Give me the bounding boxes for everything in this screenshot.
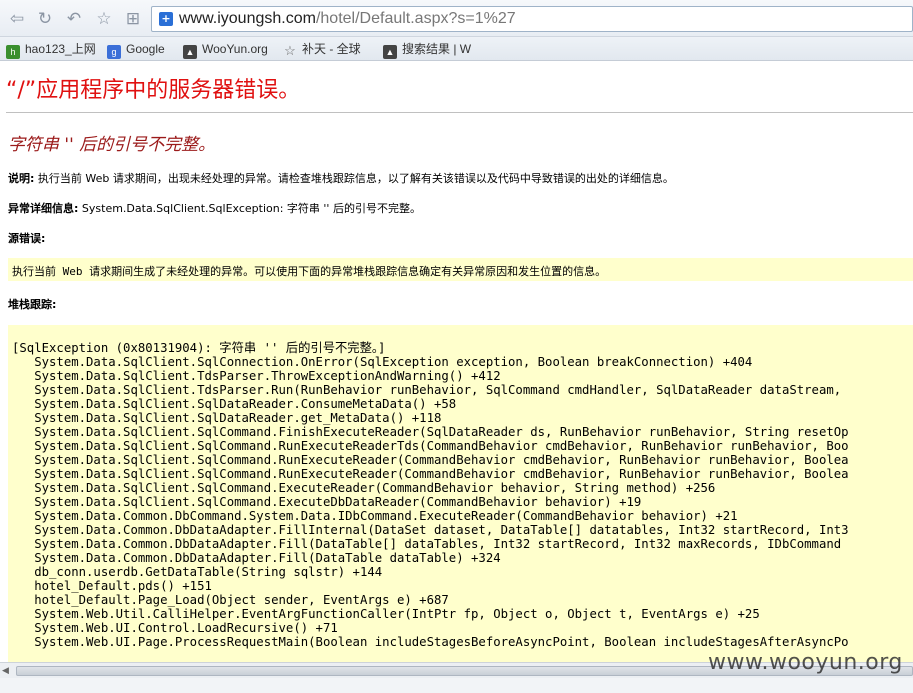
stack-trace-row: System.Web.Util.CalliHelper.EventArgFunc… [12,607,760,621]
stack-trace-row: System.Data.SqlClient.SqlCommand.FinishE… [12,425,849,439]
stack-trace-box: [SqlException (0x80131904): 字符串 '' 后的引号不… [8,325,913,662]
bookmark-label: Google [126,42,165,56]
bookmark-butian[interactable]: ☆ 补天 - 全球 [283,40,361,58]
address-bar[interactable]: + www.iyoungsh.com/hotel/Default.aspx?s=… [151,6,913,32]
source-error-line: 源错误: [8,230,45,246]
stack-trace-row: System.Data.SqlClient.TdsParser.ThrowExc… [12,369,501,383]
undo-icon[interactable]: ↶ [63,8,85,30]
exception-text: System.Data.SqlClient.SqlException: 字符串 … [78,202,421,215]
stack-trace-row: hotel_Default.pds() +151 [12,579,212,593]
bookmark-search-results[interactable]: ▲ 搜索结果 | W [383,40,472,59]
stack-trace-row: System.Data.Common.DbDataAdapter.Fill(Da… [12,537,842,551]
bookmark-label: 搜索结果 | W [402,42,472,56]
site-shield-icon: + [159,12,173,26]
source-error-text: 执行当前 Web 请求期间生成了未经处理的异常。可以使用下面的异常堆栈跟踪信息确… [12,265,607,278]
url-host: www.iyoungsh.com [179,10,316,27]
bookmark-label: 补天 - 全球 [302,42,361,56]
bookmark-label: hao123_上网 [25,42,96,56]
bookmarks-bar: h hao123_上网 g Google ▲ WooYun.org ☆ 补天 - 全球 … [0,37,913,61]
reload-icon[interactable]: ↻ [34,8,56,30]
bookmark-hao123[interactable]: h hao123_上网 [6,40,96,59]
stack-trace-row: System.Data.SqlClient.SqlCommand.RunExec… [12,467,849,481]
hao123-icon: h [6,45,20,59]
description-text: 执行当前 Web 请求期间，出现未经处理的异常。请检查堆栈跟踪信息，以了解有关该… [34,172,674,185]
bookmark-google[interactable]: g Google [107,40,165,59]
exception-label: 异常详细信息: [8,202,79,215]
error-subtitle: 字符串 '' 后的引号不完整。 [8,135,216,155]
stack-trace-row: System.Data.SqlClient.SqlDataReader.Cons… [12,397,457,411]
scroll-left-arrow-icon[interactable]: ◀ [2,666,9,676]
page-content: “/”应用程序中的服务器错误。 字符串 '' 后的引号不完整。 说明: 执行当前… [0,62,913,662]
stack-trace-row: System.Data.SqlClient.SqlCommand.Execute… [12,481,716,495]
stack-trace-row: System.Web.UI.Control.LoadRecursive() +7… [12,621,338,635]
title-divider [6,112,913,113]
stack-trace-row: System.Data.SqlClient.TdsParser.Run(RunB… [12,383,842,397]
stack-trace-text: [SqlException (0x80131904): 字符串 '' 后的引号不… [12,341,849,649]
source-error-box: 执行当前 Web 请求期间生成了未经处理的异常。可以使用下面的异常堆栈跟踪信息确… [8,258,913,281]
stack-trace-row: System.Data.SqlClient.SqlConnection.OnEr… [12,355,753,369]
bookmark-wooyun[interactable]: ▲ WooYun.org [183,40,268,59]
watermark: www.wooyun.org [708,650,903,675]
stack-trace-row: [SqlException (0x80131904): 字符串 '' 后的引号不… [12,341,386,355]
search-results-icon: ▲ [383,45,397,59]
stack-trace-line: 堆栈跟踪: [8,296,56,312]
grid-apps-icon[interactable]: ⊞ [122,8,144,30]
favorite-star-icon[interactable]: ☆ [93,8,115,30]
stack-trace-row: System.Data.Common.DbDataAdapter.Fill(Da… [12,551,501,565]
stack-trace-label: 堆栈跟踪: [8,298,57,311]
stack-trace-row: System.Data.Common.DbDataAdapter.FillInt… [12,523,849,537]
stack-trace-row: System.Web.UI.Page.ProcessRequestMain(Bo… [12,635,849,649]
google-icon: g [107,45,121,59]
source-error-label: 源错误: [8,232,46,245]
stack-trace-row: db_conn.userdb.GetDataTable(String sqlst… [12,565,383,579]
url-text[interactable]: www.iyoungsh.com/hotel/Default.aspx?s=1%… [179,10,516,28]
back-icon[interactable]: ⇦ [6,8,28,30]
exception-line: 异常详细信息: System.Data.SqlClient.SqlExcepti… [8,200,421,216]
status-bar [0,678,913,693]
stack-trace-row: System.Data.SqlClient.SqlDataReader.get_… [12,411,442,425]
stack-trace-row: System.Data.Common.DbCommand.System.Data… [12,509,738,523]
description-line: 说明: 执行当前 Web 请求期间，出现未经处理的异常。请检查堆栈跟踪信息，以了… [8,170,674,186]
stack-trace-row: System.Data.SqlClient.SqlCommand.Execute… [12,495,642,509]
stack-trace-row: System.Data.SqlClient.SqlCommand.RunExec… [12,439,849,453]
wooyun-icon: ▲ [183,45,197,59]
stack-trace-row: hotel_Default.Page_Load(Object sender, E… [12,593,449,607]
browser-toolbar: ⇦ ↻ ↶ ☆ ⊞ + www.iyoungsh.com/hotel/Defau… [0,0,913,37]
bookmark-label: WooYun.org [202,42,268,56]
page-title: “/”应用程序中的服务器错误。 [6,78,301,103]
stack-trace-row: System.Data.SqlClient.SqlCommand.RunExec… [12,453,849,467]
butian-star-icon: ☆ [284,43,296,58]
description-label: 说明: [8,172,35,185]
url-path: /hotel/Default.aspx?s=1%27 [315,10,516,27]
